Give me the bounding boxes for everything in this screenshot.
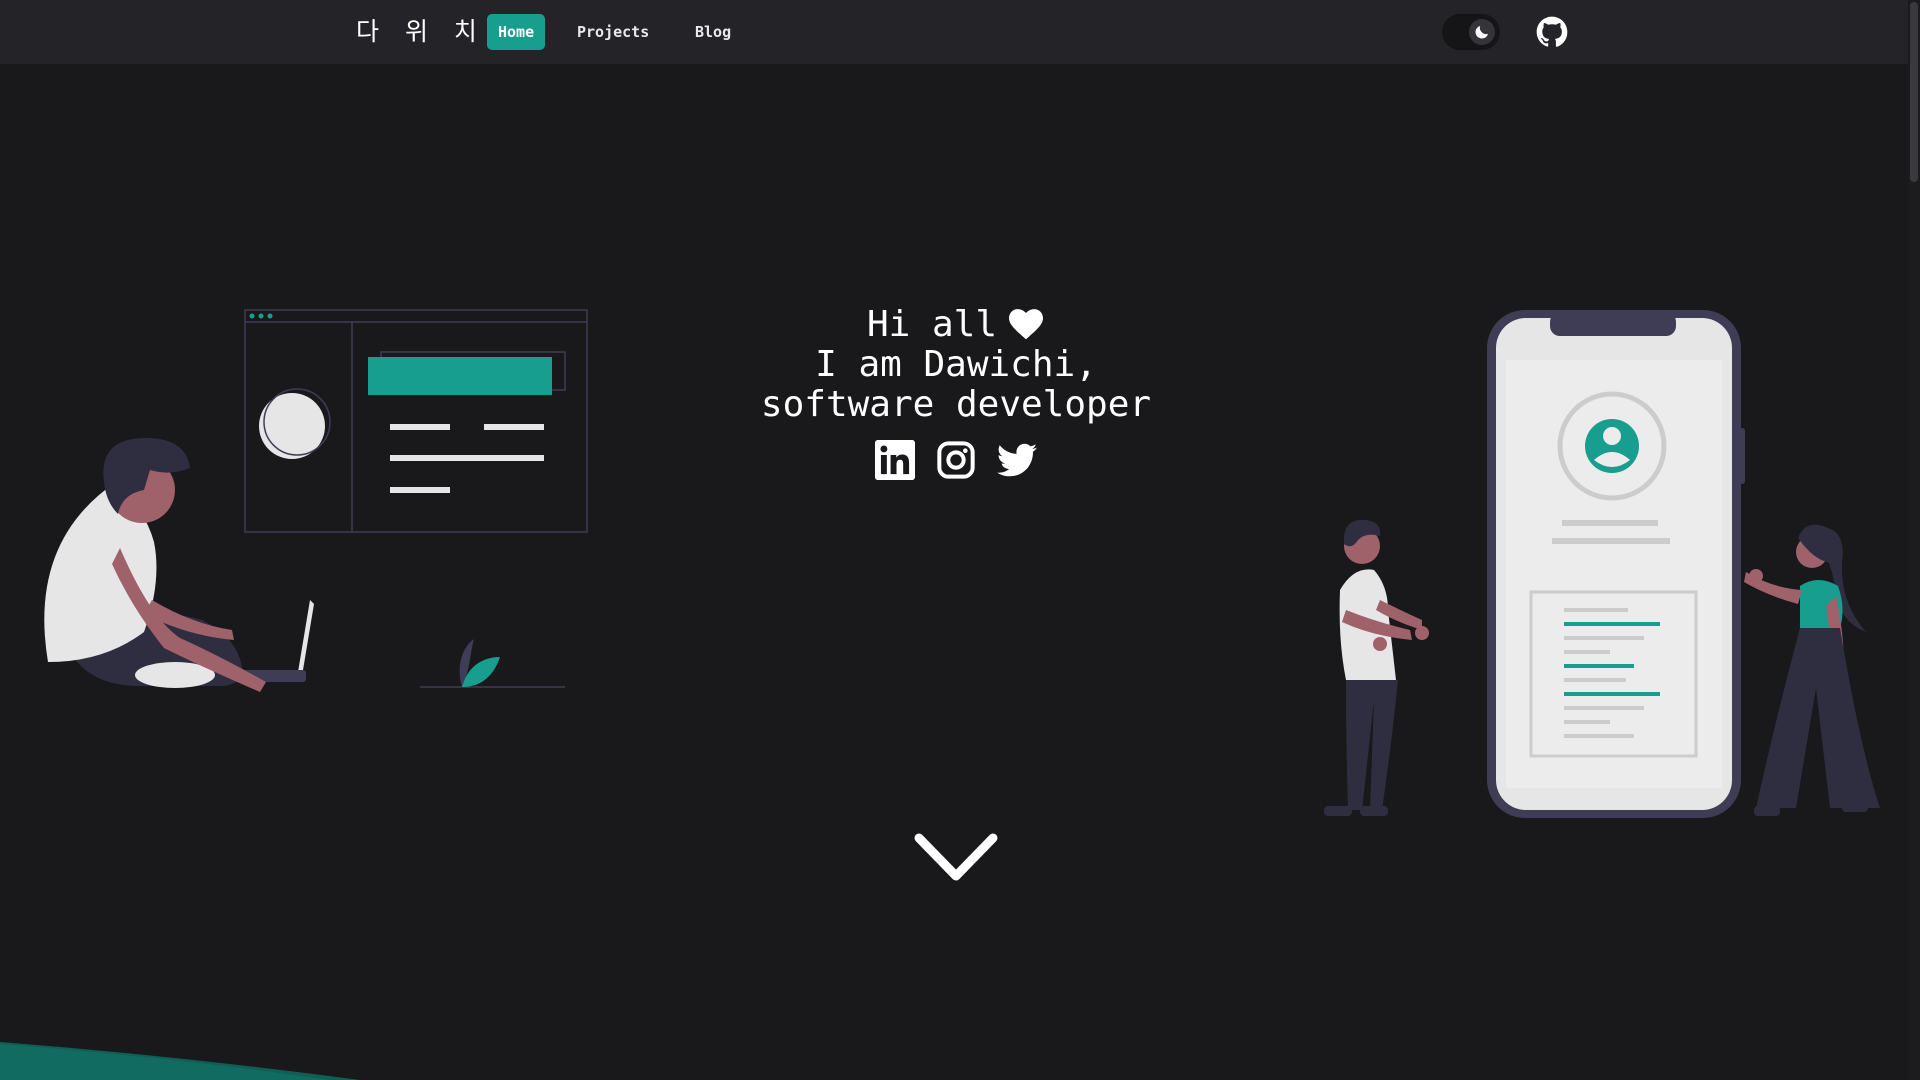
toggle-knob (1469, 19, 1495, 45)
hero-role: software developer (760, 384, 1152, 425)
brand-logo[interactable]: 다 위 치 (356, 12, 486, 52)
plant-graphic (420, 639, 565, 688)
developer-illustration (44, 309, 588, 692)
sitting-person-graphic (44, 438, 314, 692)
hero-greeting: Hi all (866, 304, 998, 345)
instagram-icon (937, 441, 975, 479)
social-links (875, 440, 1037, 484)
browser-window-graphic (244, 309, 588, 533)
github-link[interactable] (1536, 16, 1568, 48)
bottom-accent-wave (0, 1042, 360, 1080)
linkedin-link[interactable] (875, 440, 915, 484)
instagram-link[interactable] (936, 440, 976, 484)
mobile-profile-illustration (1324, 310, 1880, 818)
twitter-link[interactable] (997, 440, 1037, 484)
theme-toggle[interactable] (1442, 14, 1500, 50)
standing-man-graphic (1324, 519, 1429, 816)
standing-woman-graphic (1744, 524, 1880, 816)
phone-graphic (1487, 310, 1745, 818)
github-icon (1536, 16, 1568, 47)
hero-intro: Hi all I am Dawichi, software developer (700, 305, 1212, 425)
nav-projects-link[interactable]: Projects (566, 14, 660, 50)
moon-icon (1475, 26, 1488, 39)
chevron-down-icon (914, 833, 998, 881)
hero-intro-name: I am Dawichi, (815, 344, 1097, 385)
scrollbar-thumb[interactable] (1910, 2, 1918, 182)
nav-home-link[interactable]: Home (487, 14, 546, 50)
heart-icon (1009, 309, 1044, 340)
nav-blog-link[interactable]: Blog (684, 14, 742, 50)
linkedin-icon (875, 440, 915, 480)
twitter-icon (997, 443, 1037, 477)
hero-greeting-line: Hi all (700, 305, 1212, 345)
navbar: 다 위 치 Home Projects Blog (0, 0, 1920, 64)
scroll-down-button[interactable] (913, 830, 999, 886)
